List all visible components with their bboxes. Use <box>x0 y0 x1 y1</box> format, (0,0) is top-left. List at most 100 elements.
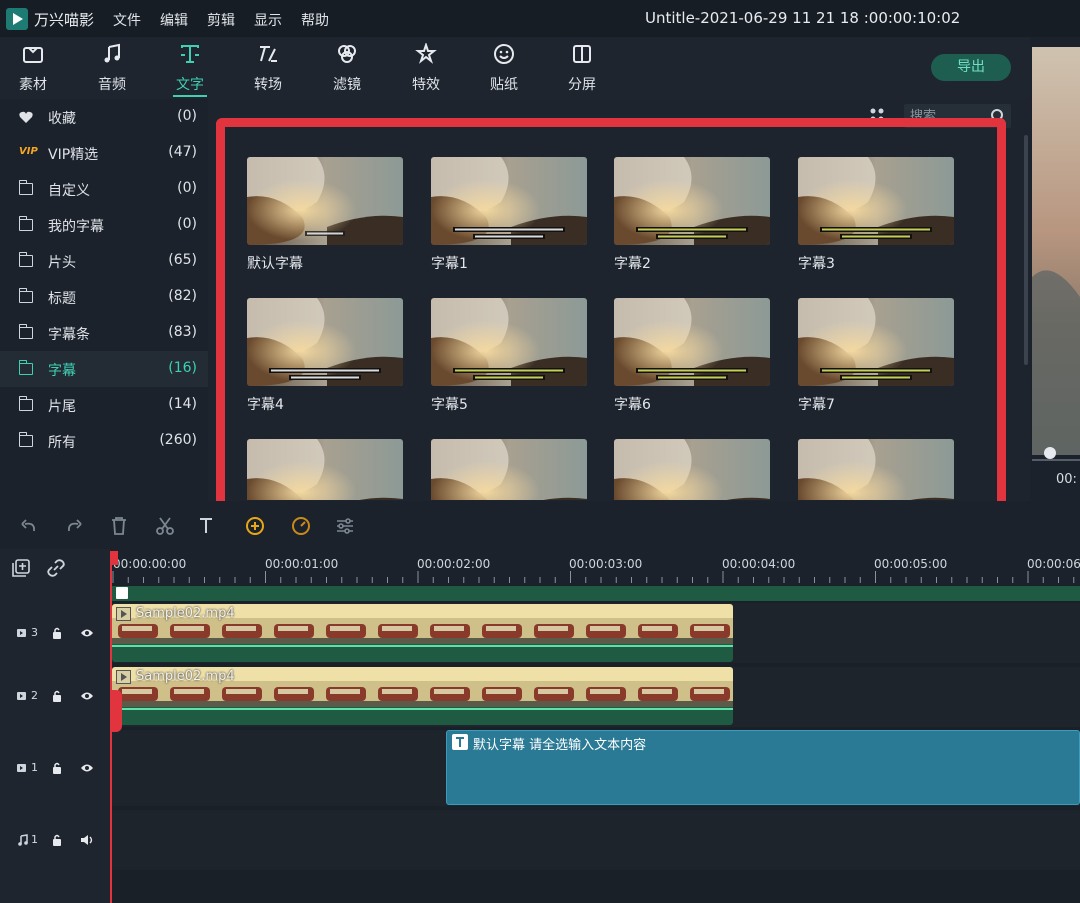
eye-icon[interactable] <box>80 763 94 773</box>
highlight-frame <box>216 118 1006 542</box>
filter-icon <box>338 45 356 63</box>
speed-icon[interactable] <box>290 515 312 537</box>
grid-scrollbar[interactable] <box>1024 135 1028 365</box>
category-titles[interactable]: 标题 (82) <box>0 279 208 315</box>
active-tab-indicator <box>173 95 207 97</box>
ruler-time: 00:00:00:00 <box>113 557 187 571</box>
lock-icon[interactable] <box>52 834 62 846</box>
preview-panel: 00: <box>1030 37 1080 501</box>
export-button[interactable]: 导出 <box>931 54 1011 81</box>
speaker-icon[interactable] <box>80 834 94 846</box>
ruler-time: 00:00:04:00 <box>722 557 796 571</box>
clip-audio-line <box>112 645 733 647</box>
music-note-icon <box>104 43 120 63</box>
folder-icon <box>18 396 33 411</box>
sticker-icon <box>494 44 514 64</box>
lock-icon[interactable] <box>52 762 62 774</box>
heart-icon <box>19 111 33 123</box>
preview-time: 00: <box>1056 472 1077 487</box>
tab-effects[interactable]: 特效 <box>394 37 458 99</box>
delete-icon[interactable] <box>110 516 128 536</box>
ruler-time: 00:00:01:00 <box>265 557 339 571</box>
category-custom[interactable]: 自定义 (0) <box>0 171 208 207</box>
clip-name: Sample02.mp4 <box>136 606 235 621</box>
video-clip-icon <box>116 607 131 621</box>
preview-image <box>1032 47 1080 455</box>
ruler-ticks <box>112 571 1075 583</box>
ruler-time: 00:00:03:00 <box>569 557 643 571</box>
tab-text[interactable]: 文字 <box>158 37 222 99</box>
redo-icon[interactable] <box>65 517 83 535</box>
document-title: Untitle-2021-06-29 11 21 18 :00:00:10:02 <box>645 9 961 27</box>
category-credits[interactable]: 片尾 (14) <box>0 387 208 423</box>
tab-audio[interactable]: 音频 <box>80 37 144 99</box>
app-logo-icon <box>6 8 28 30</box>
link-icon[interactable] <box>47 559 65 577</box>
menu-help[interactable]: 帮助 <box>301 10 329 30</box>
media-folder-icon <box>23 47 43 63</box>
undo-icon[interactable] <box>20 517 38 535</box>
eye-icon[interactable] <box>80 628 94 638</box>
tab-media[interactable]: 素材 <box>1 37 65 99</box>
text-icon <box>181 45 199 63</box>
audio-track-icon <box>18 834 28 846</box>
folder-icon <box>18 216 33 231</box>
category-vip[interactable]: VIP VIP精选 (47) <box>0 135 208 171</box>
category-all[interactable]: 所有 (260) <box>0 423 208 459</box>
add-text-icon[interactable] <box>198 516 218 536</box>
preview-progress-track[interactable] <box>1032 459 1080 461</box>
category-subtitles[interactable]: 字幕 (16) <box>0 351 208 387</box>
marker-checkbox[interactable] <box>116 587 128 599</box>
category-sidebar: 收藏 (0) VIP VIP精选 (47) 自定义 (0) 我的字幕 (0) 片… <box>0 99 208 501</box>
menu-file[interactable]: 文件 <box>113 10 141 30</box>
add-track-icon[interactable] <box>12 559 30 577</box>
menu-view[interactable]: 显示 <box>254 10 282 30</box>
adjust-icon[interactable] <box>335 516 355 536</box>
clip-audio-line <box>112 708 733 710</box>
lock-icon[interactable] <box>52 690 62 702</box>
folder-icon <box>18 324 33 339</box>
track-header-column <box>0 549 110 903</box>
lock-icon[interactable] <box>52 627 62 639</box>
tab-sticker[interactable]: 贴纸 <box>472 37 536 99</box>
menu-clip[interactable]: 剪辑 <box>207 10 235 30</box>
title-bar: 万兴喵影 文件 编辑 剪辑 显示 帮助 Untitle-2021-06-29 1… <box>0 0 1080 37</box>
tab-transition[interactable]: 转场 <box>236 37 300 99</box>
marker-bar[interactable] <box>112 586 1080 601</box>
title-clip-text: 默认字幕 请全选输入文本内容 <box>473 738 647 753</box>
category-favorites[interactable]: 收藏 (0) <box>0 99 208 135</box>
tab-split-screen[interactable]: 分屏 <box>550 37 614 99</box>
tab-filter[interactable]: 滤镜 <box>315 37 379 99</box>
title-clip[interactable]: 默认字幕 请全选输入文本内容 <box>446 730 1080 805</box>
preview-scrubber[interactable] <box>1044 447 1056 459</box>
playhead[interactable] <box>110 551 112 903</box>
eye-icon[interactable] <box>80 691 94 701</box>
clip-name: Sample02.mp4 <box>136 669 235 684</box>
folder-icon <box>18 180 33 195</box>
category-lower-thirds[interactable]: 字幕条 (83) <box>0 315 208 351</box>
menu-edit[interactable]: 编辑 <box>160 10 188 30</box>
video-track-icon <box>17 764 26 772</box>
video-track-icon <box>17 692 26 700</box>
title-clip-icon <box>452 734 468 750</box>
cut-icon[interactable] <box>155 516 175 536</box>
main-toolbar: 素材 音频 文字 转场 滤镜 特效 贴纸 分屏 <box>0 37 1030 99</box>
video-clip-track-3[interactable]: Sample02.mp4 <box>112 604 733 662</box>
timeline-ruler[interactable]: 00:00:00:00 00:00:01:00 00:00:02:00 00:0… <box>110 549 1080 585</box>
split-screen-icon <box>573 45 591 63</box>
category-my-subtitles[interactable]: 我的字幕 (0) <box>0 207 208 243</box>
track-lane-audio-1[interactable] <box>110 810 1080 870</box>
playhead-handle[interactable] <box>110 551 118 565</box>
ruler-time: 00:00:02:00 <box>417 557 491 571</box>
folder-icon <box>18 360 33 375</box>
video-clip-icon <box>116 670 131 684</box>
edit-toolbar <box>0 501 1080 549</box>
folder-icon <box>18 288 33 303</box>
category-opener[interactable]: 片头 (65) <box>0 243 208 279</box>
folder-icon <box>18 252 33 267</box>
add-marker-icon[interactable] <box>244 515 266 537</box>
transition-icon <box>260 46 277 62</box>
ruler-time: 00:00:06: <box>1027 557 1080 571</box>
video-clip-track-2[interactable]: Sample02.mp4 <box>112 667 733 725</box>
app-name: 万兴喵影 <box>34 11 95 29</box>
